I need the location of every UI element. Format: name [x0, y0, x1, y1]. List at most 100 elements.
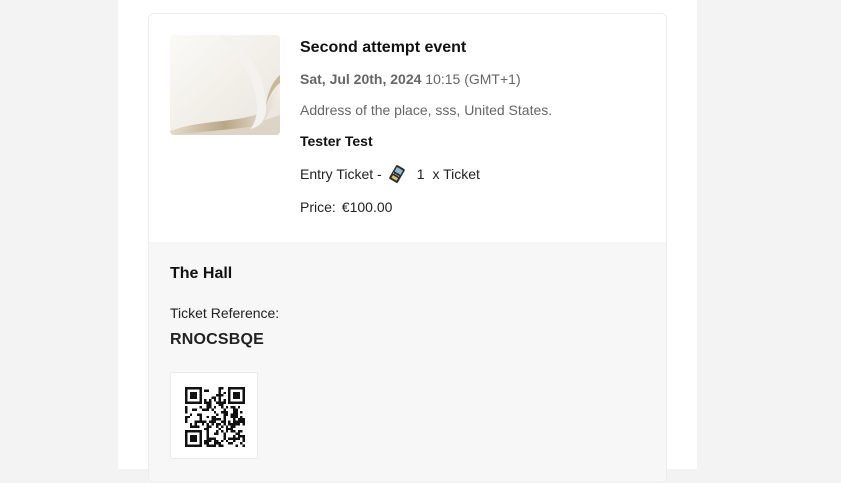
- qr-module: [185, 437, 188, 440]
- qr-module: [197, 444, 200, 447]
- qr-module: [192, 401, 195, 404]
- qr-module: [223, 418, 226, 421]
- qr-module: [185, 415, 188, 419]
- qr-module: [242, 401, 245, 404]
- qr-module: [213, 396, 217, 399]
- qr-module: [235, 420, 238, 423]
- qr-module: [194, 391, 197, 395]
- qr-module: [237, 396, 241, 399]
- qr-module: [242, 418, 245, 421]
- qr-module: [230, 387, 233, 390]
- qr-module: [218, 394, 221, 397]
- qr-module: [197, 413, 200, 416]
- qr-module: [201, 423, 205, 426]
- qr-module: [242, 399, 245, 402]
- qr-module: [185, 444, 188, 447]
- qr-module: [189, 387, 193, 390]
- qr-module: [230, 430, 233, 433]
- qr-module: [187, 415, 190, 419]
- qr-module: [240, 415, 243, 419]
- qr-module: [218, 427, 221, 431]
- qr-module: [211, 396, 214, 399]
- qr-module: [216, 442, 219, 445]
- qr-module: [230, 413, 233, 416]
- qr-module: [237, 391, 241, 395]
- qr-module: [225, 439, 229, 443]
- qr-module: [242, 394, 245, 397]
- ticket-reference-label: Ticket Reference:: [170, 305, 280, 321]
- qr-module: [185, 408, 188, 411]
- qr-module: [233, 418, 236, 421]
- qr-module: [228, 423, 231, 426]
- qr-module: [192, 396, 195, 399]
- qr-module: [189, 439, 193, 443]
- qr-module: [228, 427, 231, 431]
- qr-module: [206, 427, 209, 431]
- qr-module: [199, 435, 202, 438]
- qr-module: [187, 444, 190, 447]
- qr-module: [213, 439, 217, 443]
- event-date: Sat, Jul 20th, 2024: [300, 71, 422, 87]
- ticket-icon: [387, 164, 407, 184]
- qr-module: [206, 432, 209, 435]
- qr-module: [216, 401, 219, 404]
- qr-module: [206, 430, 209, 433]
- qr-module: [228, 389, 231, 392]
- qr-module: [192, 437, 195, 440]
- qr-module: [230, 423, 233, 426]
- qr-module: [209, 403, 212, 407]
- qr-module: [185, 420, 188, 423]
- qr-module: [218, 403, 221, 407]
- event-image-icon: [170, 35, 280, 135]
- qr-module: [225, 430, 229, 433]
- qr-module: [242, 420, 245, 423]
- qr-module: [199, 391, 202, 395]
- qr-module: [213, 437, 217, 440]
- qr-module: [242, 435, 245, 438]
- qr-module: [237, 418, 241, 421]
- qr-module: [235, 413, 238, 416]
- qr-module: [230, 425, 233, 428]
- qr-module: [213, 411, 217, 414]
- qr-module: [204, 399, 207, 402]
- qr-module: [242, 391, 245, 395]
- qr-module: [185, 396, 188, 399]
- qr-module: [206, 389, 209, 392]
- qr-module: [185, 399, 188, 402]
- qr-module: [218, 391, 221, 395]
- qr-module: [228, 401, 231, 404]
- qr-module: [235, 394, 238, 397]
- qr-module: [242, 444, 245, 447]
- qr-module: [240, 418, 243, 421]
- qr-module: [221, 439, 224, 443]
- qr-module: [223, 413, 226, 416]
- qr-module: [223, 432, 226, 435]
- qr-module: [204, 401, 207, 404]
- ticket-card: Second attempt event Sat, Jul 20th, 2024…: [148, 13, 667, 483]
- qr-module: [201, 420, 205, 423]
- qr-module: [221, 403, 224, 407]
- qr-module: [237, 435, 241, 438]
- qr-module: [233, 406, 236, 409]
- event-title: Second attempt event: [300, 39, 467, 56]
- qr-module: [221, 444, 224, 447]
- qr-module: [192, 435, 195, 438]
- qr-module: [235, 432, 238, 435]
- qr-module: [225, 413, 229, 416]
- qr-module: [209, 425, 212, 428]
- qr-module: [237, 432, 241, 435]
- qr-module: [233, 423, 236, 426]
- qr-module: [211, 418, 214, 421]
- event-datetime: Sat, Jul 20th, 2024 10:15 (GMT+1): [300, 70, 650, 88]
- qr-module: [185, 418, 188, 421]
- qr-module: [189, 425, 193, 428]
- qr-module: [189, 444, 193, 447]
- qr-module: [225, 406, 229, 409]
- qr-module: [218, 387, 221, 390]
- qr-module: [192, 425, 195, 428]
- qr-module: [192, 408, 195, 411]
- qr-module: [218, 418, 221, 421]
- qr-module: [228, 399, 231, 402]
- ticket-reference-value: RNOCSBQE: [170, 331, 265, 348]
- qr-module: [197, 425, 200, 428]
